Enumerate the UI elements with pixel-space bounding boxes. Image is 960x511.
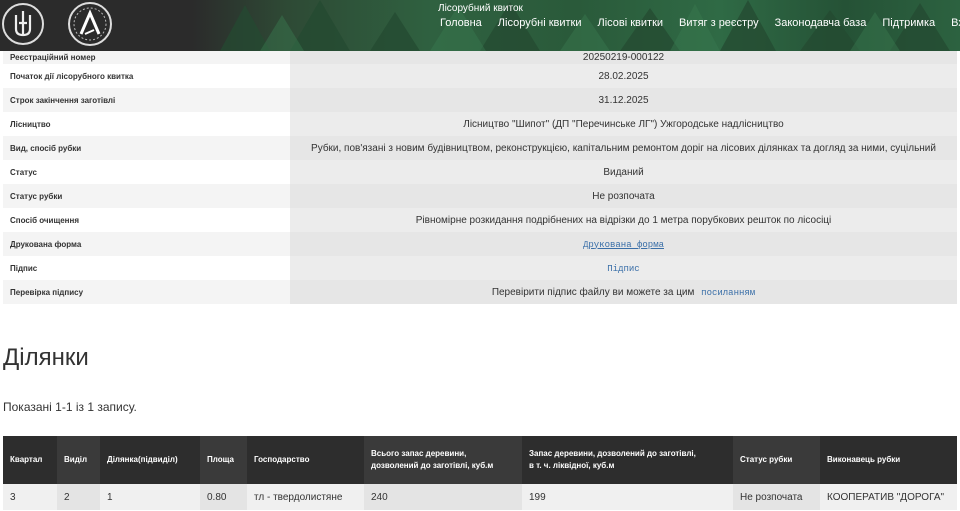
- detail-label: Спосіб очищення: [3, 208, 290, 232]
- cell-section: 2: [57, 484, 100, 510]
- detail-value: Перевірити підпис файлу ви можете за цим…: [290, 280, 957, 304]
- nav-forest-tickets[interactable]: Лісові квитки: [598, 17, 664, 29]
- col-felling-status[interactable]: Статус рубки: [733, 436, 820, 484]
- detail-row: Спосіб очищення Рівномірне розкидання по…: [3, 208, 957, 232]
- detail-value: Друкована форма: [290, 232, 957, 256]
- detail-value: Підпис: [290, 256, 957, 280]
- detail-row: Вид, спосіб рубки Рубки, пов'язані з нов…: [3, 136, 957, 160]
- page-label: Лісорубний квиток: [438, 3, 523, 14]
- col-executor[interactable]: Виконавець рубки: [820, 436, 957, 484]
- detail-row: Друкована форма Друкована форма: [3, 232, 957, 256]
- col-total-stock[interactable]: Всього запас деревини, дозволений до заг…: [364, 436, 522, 484]
- cell-total-stock: 240: [364, 484, 522, 510]
- detail-label: Лісництво: [3, 112, 290, 136]
- logos: [0, 0, 230, 51]
- detail-value: Не розпочата: [290, 184, 957, 208]
- cell-area: 0.80: [200, 484, 247, 510]
- detail-value: Виданий: [290, 160, 957, 184]
- col-section[interactable]: Виділ: [57, 436, 100, 484]
- detail-value: Лісництво "Шипот" (ДП "Перечинське ЛГ") …: [290, 112, 957, 136]
- col-farm[interactable]: Господарство: [247, 436, 364, 484]
- plots-table: Квартал Виділ Ділянка(підвиділ) Площа Го…: [3, 436, 957, 510]
- detail-row: Строк закінчення заготівлі 31.12.2025: [3, 88, 957, 112]
- cell-quarter: 3: [3, 484, 57, 510]
- cell-liquid-stock: 199: [522, 484, 733, 510]
- nav-support[interactable]: Підтримка: [882, 17, 935, 29]
- nav-registry-extract[interactable]: Витяг з реєстру: [679, 17, 759, 29]
- nav-home[interactable]: Головна: [440, 17, 482, 29]
- cell-felling-status: Не розпочата: [733, 484, 820, 510]
- detail-value: 20250219-000122: [290, 51, 957, 64]
- detail-label: Друкована форма: [3, 232, 290, 256]
- detail-label: Вид, спосіб рубки: [3, 136, 290, 160]
- detail-value: Рубки, пов'язані з новим будівництвом, р…: [290, 136, 957, 160]
- printed-form-link[interactable]: Друкована форма: [583, 240, 664, 250]
- detail-label: Статус: [3, 160, 290, 184]
- detail-label: Статус рубки: [3, 184, 290, 208]
- signature-check-link[interactable]: посиланням: [701, 288, 755, 298]
- detail-value: Рівномірне розкидання подрібнених на від…: [290, 208, 957, 232]
- detail-row: Реєстраційний номер 20250219-000122: [3, 51, 957, 64]
- nav-legislation[interactable]: Законодавча база: [775, 17, 867, 29]
- detail-label: Реєстраційний номер: [3, 51, 290, 64]
- signature-link[interactable]: Підпис: [607, 264, 639, 274]
- cell-farm: тл - твердолистяне: [247, 484, 364, 510]
- detail-row: Лісництво Лісництво "Шипот" (ДП "Перечин…: [3, 112, 957, 136]
- plots-header-row: Квартал Виділ Ділянка(підвиділ) Площа Го…: [3, 436, 957, 484]
- detail-row: Підпис Підпис: [3, 256, 957, 280]
- detail-label: Перевірка підпису: [3, 280, 290, 304]
- col-area[interactable]: Площа: [200, 436, 247, 484]
- section-title: Ділянки: [3, 344, 89, 371]
- detail-row: Перевірка підпису Перевірити підпис файл…: [3, 280, 957, 304]
- detail-label: Строк закінчення заготівлі: [3, 88, 290, 112]
- nav-felling-tickets[interactable]: Лісорубні квитки: [498, 17, 582, 29]
- detail-row: Статус рубки Не розпочата: [3, 184, 957, 208]
- signature-check-text: Перевірити підпис файлу ви можете за цим: [491, 286, 695, 298]
- detail-row: Початок дії лісорубного квитка 28.02.202…: [3, 64, 957, 88]
- detail-label: Початок дії лісорубного квитка: [3, 64, 290, 88]
- nav-login[interactable]: Вхід: [951, 17, 960, 29]
- detail-row: Статус Виданий: [3, 160, 957, 184]
- detail-value: 28.02.2025: [290, 64, 957, 88]
- trident-emblem-icon: [2, 3, 44, 45]
- col-plot[interactable]: Ділянка(підвиділ): [100, 436, 200, 484]
- results-summary: Показані 1-1 із 1 запису.: [3, 400, 137, 414]
- main-nav: Головна Лісорубні квитки Лісові квитки В…: [440, 17, 960, 29]
- col-quarter[interactable]: Квартал: [3, 436, 57, 484]
- cell-plot: 1: [100, 484, 200, 510]
- detail-value: 31.12.2025: [290, 88, 957, 112]
- site-header: Лісорубний квиток Головна Лісорубні квит…: [0, 0, 960, 51]
- forest-agency-logo-icon[interactable]: [68, 2, 112, 46]
- table-row: 3 2 1 0.80 тл - твердолистяне 240 199 Не…: [3, 484, 957, 510]
- ticket-details-table: Реєстраційний номер 20250219-000122 Поча…: [3, 51, 957, 304]
- col-liquid-stock[interactable]: Запас деревини, дозволений до заготівлі,…: [522, 436, 733, 484]
- detail-label: Підпис: [3, 256, 290, 280]
- cell-executor: КООПЕРАТИВ "ДОРОГА": [820, 484, 957, 510]
